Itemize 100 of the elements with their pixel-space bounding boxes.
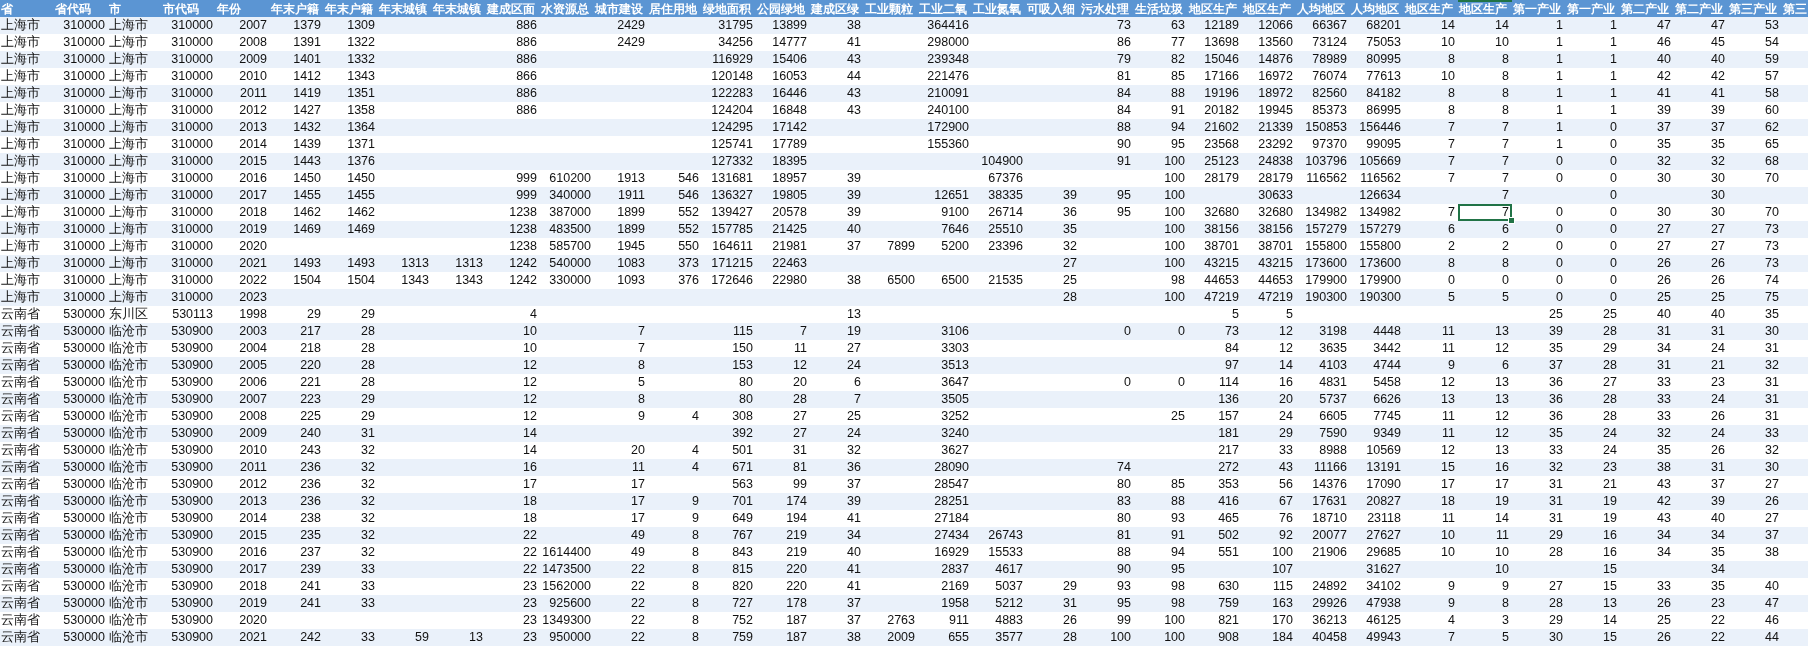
table-cell-text: 10 <box>1440 527 1456 544</box>
table-cell-text: 1364 <box>346 119 376 136</box>
table-cell-text: 0 <box>1609 136 1618 153</box>
table-cell-text: 157279 <box>1304 221 1348 238</box>
table-cell-text: 1998 <box>238 306 268 323</box>
table-cell-text: 13 <box>1494 442 1510 459</box>
table-cell-text: 815 <box>731 561 754 578</box>
table-cell-text: 37 <box>1548 357 1564 374</box>
table-cell-text: 416 <box>1217 493 1240 510</box>
selected-cell[interactable]: 7 <box>1458 204 1512 221</box>
table-cell-text: 530900 <box>170 374 214 391</box>
table-cell-text: 23 <box>1710 374 1726 391</box>
table-cell-text: 2763 <box>886 612 916 629</box>
table-cell-text: 77 <box>1170 34 1186 51</box>
table-cell-text: 127332 <box>710 153 754 170</box>
table-cell-text: 298000 <box>926 34 970 51</box>
table-cell-text: 134982 <box>1358 204 1402 221</box>
table-cell-text: 122283 <box>710 85 754 102</box>
table-cell-text: 194 <box>785 510 808 527</box>
table-cell-text: 42 <box>1656 68 1672 85</box>
table-cell-text: 上海市 <box>108 187 149 204</box>
table-cell-text: 28 <box>360 340 376 357</box>
table-cell-text: 43215 <box>1203 255 1240 272</box>
table-cell-text: 7 <box>1501 153 1510 170</box>
table-cell-text: 25 <box>1656 289 1672 306</box>
table-cell-text: 24 <box>846 357 862 374</box>
table-cell-text: 40 <box>1710 306 1726 323</box>
table-cell-text: 7 <box>853 391 862 408</box>
table-cell-text: 15 <box>1440 459 1456 476</box>
table-cell-text: 310000 <box>62 204 106 221</box>
table-cell-text: 0 <box>1555 170 1564 187</box>
table-cell-text: 31795 <box>717 17 754 34</box>
table-cell-text: 26 <box>1656 272 1672 289</box>
table-cell-text: 2010 <box>238 442 268 459</box>
table-cell-text: 530000 <box>62 374 106 391</box>
table-cell-text: 10 <box>1494 561 1510 578</box>
table-cell-text: 云南省 <box>0 340 41 357</box>
fill-handle[interactable] <box>1508 217 1515 224</box>
table-cell-text: 31 <box>1764 340 1780 357</box>
table-cell-text: 56 <box>1278 476 1294 493</box>
table-cell-text: 95 <box>1116 187 1132 204</box>
table-cell-text: 2009 <box>886 629 916 646</box>
table-cell-text: 530900 <box>170 527 214 544</box>
table-cell-text: 46 <box>1764 612 1780 629</box>
table-cell-text: 104900 <box>980 153 1024 170</box>
table-cell-text: 2016 <box>238 170 268 187</box>
table-cell-text: 11 <box>793 340 808 357</box>
table-cell-text: 32 <box>1710 153 1726 170</box>
table-cell-text: 4 <box>691 442 700 459</box>
table-cell-text: 310000 <box>170 187 214 204</box>
table-cell-text: 16848 <box>771 102 808 119</box>
table-cell-text: 530900 <box>170 408 214 425</box>
table-cell-text: 35 <box>1710 544 1726 561</box>
table-cell-text: 41 <box>846 34 862 51</box>
table-cell-text: 39 <box>846 493 862 510</box>
table-cell-text: 73 <box>1224 323 1240 340</box>
table-cell-text: 临沧市 <box>108 374 149 391</box>
table-cell-text: 1439 <box>292 136 322 153</box>
table-cell-text: 上海市 <box>108 68 149 85</box>
table-cell-text: 25 <box>1602 306 1618 323</box>
table-cell-text: 43 <box>1656 510 1672 527</box>
table-cell-text: 40 <box>1656 51 1672 68</box>
table-cell-text: 1309 <box>346 17 376 34</box>
table-cell-text: 上海市 <box>0 17 41 34</box>
table-cell-text: 100 <box>1271 544 1294 561</box>
table-cell-text: 80 <box>738 391 754 408</box>
table-cell-text: 10 <box>1494 544 1510 561</box>
table-cell-text: 1343 <box>400 272 430 289</box>
table-cell-text: 0 <box>1555 204 1564 221</box>
table-cell-text: 59 <box>414 629 430 646</box>
table-cell-text: 17 <box>630 476 646 493</box>
table-cell-text: 2013 <box>238 493 268 510</box>
table-cell-text: 43 <box>846 51 862 68</box>
table-cell-text: 39 <box>1062 187 1078 204</box>
table-cell-text: 33 <box>1278 442 1294 459</box>
table-cell-text: 1473500 <box>541 561 592 578</box>
table-cell-text: 67376 <box>987 170 1024 187</box>
table-cell-text: 163 <box>1271 595 1294 612</box>
table-cell-text: 221 <box>299 374 322 391</box>
table-cell-text: 3647 <box>940 374 970 391</box>
table-cell-text: 上海市 <box>0 238 41 255</box>
table-cell-text: 88 <box>1116 119 1132 136</box>
table-cell-text: 7646 <box>940 221 970 238</box>
table-cell-text: 241 <box>299 578 322 595</box>
table-cell-text: 310000 <box>170 68 214 85</box>
table-cell-text: 0 <box>1447 272 1456 289</box>
table-cell-text: 41 <box>1656 85 1672 102</box>
table-cell-text: 34102 <box>1365 578 1402 595</box>
table-cell-text: 81 <box>792 459 808 476</box>
table-cell-text: 7590 <box>1318 425 1348 442</box>
table-cell-text: 2009 <box>238 51 268 68</box>
table-cell-text: 170 <box>1271 612 1294 629</box>
table-cell-text: 530000 <box>62 459 106 476</box>
table-cell-text: 630 <box>1217 578 1240 595</box>
table-cell-text: 73 <box>1764 255 1780 272</box>
table-cell-text: 157279 <box>1358 221 1402 238</box>
table-cell-text: 上海市 <box>0 102 41 119</box>
table-cell-text: 100 <box>1163 255 1186 272</box>
table-cell-text: 1391 <box>292 34 322 51</box>
table-cell-text: 36 <box>1548 374 1564 391</box>
